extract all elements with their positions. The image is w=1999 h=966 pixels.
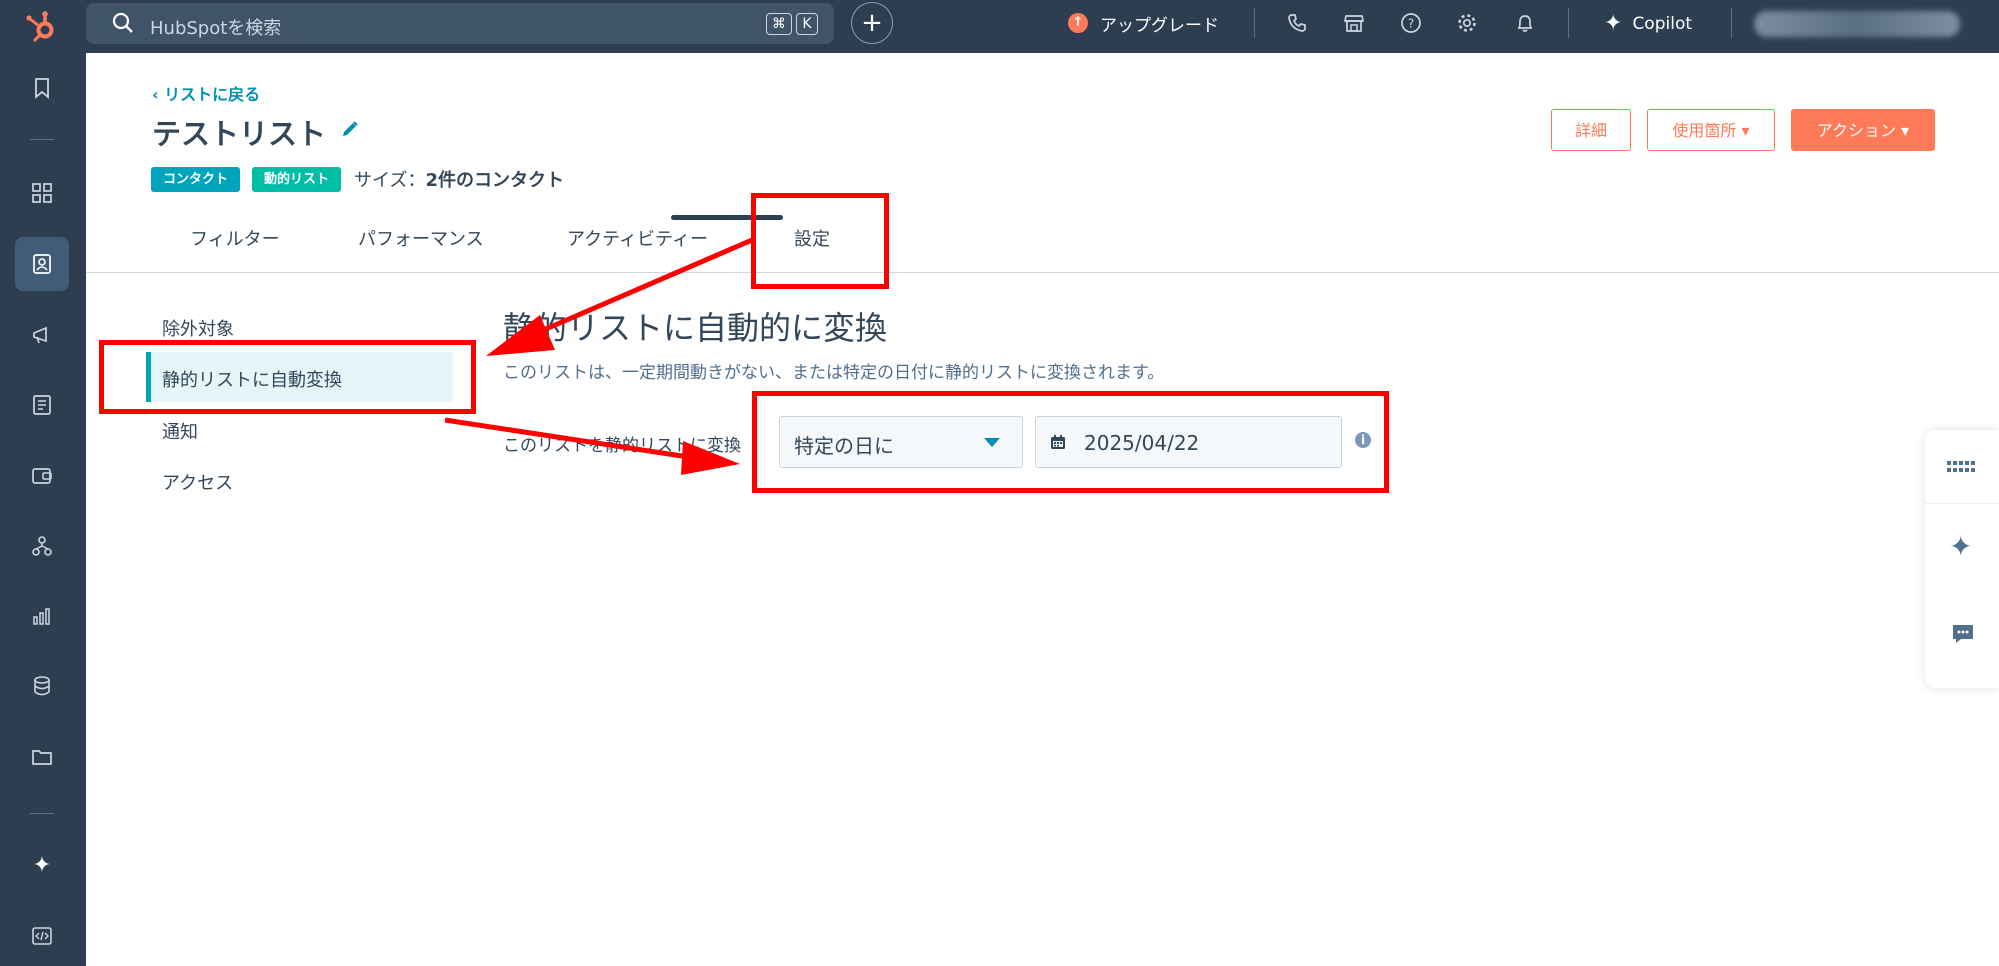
top-navigation-bar: HubSpotを検索 ⌘ K + ↑ アップグレード ? ✦ Copilot xyxy=(0,0,1999,53)
global-search-input[interactable]: HubSpotを検索 ⌘ K xyxy=(86,3,834,44)
settings-gear-icon[interactable] xyxy=(1456,12,1478,34)
usage-dropdown-button[interactable]: 使用箇所 ▾ xyxy=(1647,109,1775,151)
main-content: ‹ リストに戻る テストリスト コンタクト 動的リスト サイズ：2件のコンタクト… xyxy=(86,53,1999,966)
menu-item-notifications[interactable]: 通知 xyxy=(162,418,198,444)
annotation-box-settings-tab xyxy=(751,193,889,289)
shortcut-cmd-key: ⌘ xyxy=(766,13,792,35)
convert-row-label: このリストを静的リストに変換 xyxy=(503,436,741,456)
usage-label: 使用箇所 xyxy=(1672,121,1737,140)
marketplace-icon[interactable] xyxy=(1343,12,1365,34)
copilot-button[interactable]: ✦ Copilot xyxy=(1604,11,1692,36)
upgrade-arrow-icon: ↑ xyxy=(1068,13,1088,33)
left-sidebar: ✦ xyxy=(0,53,86,966)
search-placeholder: HubSpotを検索 xyxy=(150,18,282,39)
copilot-label: Copilot xyxy=(1632,13,1693,34)
svg-text:?: ? xyxy=(1408,17,1414,31)
hubspot-logo-icon[interactable] xyxy=(22,10,62,44)
create-new-button[interactable]: + xyxy=(851,2,893,44)
library-folder-icon[interactable] xyxy=(15,730,69,784)
caret-down-icon: ▾ xyxy=(1736,121,1750,140)
back-to-lists-link[interactable]: ‹ リストに戻る xyxy=(152,81,260,105)
tab-performance[interactable]: パフォーマンス xyxy=(358,225,484,251)
divider xyxy=(1568,8,1569,38)
copilot-sparkle-icon[interactable]: ✦ xyxy=(1949,530,1972,563)
tabs-divider xyxy=(86,272,1999,273)
marketing-megaphone-icon[interactable] xyxy=(15,308,69,362)
size-value: 2件のコンタクト xyxy=(425,170,564,191)
edit-pencil-icon[interactable] xyxy=(340,119,360,139)
divider xyxy=(30,139,54,140)
section-description: このリストは、一定期間動きがない、または特定の日付に静的リストに変換されます。 xyxy=(503,363,1165,383)
notifications-bell-icon[interactable] xyxy=(1514,12,1536,34)
chat-message-icon[interactable] xyxy=(1951,623,1975,649)
tab-activity[interactable]: アクティビティー xyxy=(567,225,708,251)
search-icon xyxy=(112,12,133,33)
object-type-tag: コンタクト xyxy=(151,167,240,192)
account-menu-blurred[interactable] xyxy=(1754,11,1960,37)
phone-icon[interactable] xyxy=(1286,12,1308,34)
tab-filters[interactable]: フィルター xyxy=(190,225,280,251)
divider xyxy=(30,813,54,814)
breeze-sparkle-icon[interactable]: ✦ xyxy=(15,838,69,892)
automation-nodes-icon[interactable] xyxy=(15,519,69,573)
divider xyxy=(1925,503,1999,504)
caret-down-icon: ▾ xyxy=(1896,121,1910,140)
upgrade-label: アップグレード xyxy=(1100,15,1219,36)
bookmarks-icon[interactable] xyxy=(15,61,69,115)
workspaces-grid-icon[interactable] xyxy=(15,166,69,220)
upgrade-button[interactable]: ↑ アップグレード xyxy=(1068,10,1219,36)
back-link-label: リストに戻る xyxy=(164,85,261,104)
actions-label: アクション xyxy=(1816,121,1897,140)
content-document-icon[interactable] xyxy=(15,378,69,432)
right-help-panel: ✦ xyxy=(1925,430,1999,688)
divider xyxy=(1254,8,1255,38)
divider xyxy=(1731,8,1732,38)
commerce-wallet-icon[interactable] xyxy=(15,448,69,502)
apps-grid-icon[interactable] xyxy=(1947,460,1977,479)
crm-contacts-icon[interactable] xyxy=(15,237,69,291)
annotation-box-controls xyxy=(752,391,1389,493)
details-button[interactable]: 詳細 xyxy=(1551,109,1631,151)
chevron-left-icon: ‹ xyxy=(152,85,165,104)
page-title: テストリスト xyxy=(152,117,327,151)
developer-code-icon[interactable] xyxy=(15,909,69,963)
actions-dropdown-button[interactable]: アクション ▾ xyxy=(1791,109,1935,151)
list-size: サイズ：2件のコンタクト xyxy=(354,166,564,192)
size-label: サイズ： xyxy=(354,170,426,191)
data-database-icon[interactable] xyxy=(15,659,69,713)
section-title: 静的リストに自動的に変換 xyxy=(503,309,888,347)
menu-item-access[interactable]: アクセス xyxy=(162,469,233,495)
shortcut-k-key: K xyxy=(796,13,818,35)
reporting-bar-chart-icon[interactable] xyxy=(15,589,69,643)
menu-item-exclusions[interactable]: 除外対象 xyxy=(162,315,234,341)
annotation-box-submenu xyxy=(99,340,476,414)
list-type-tag: 動的リスト xyxy=(252,167,341,192)
copilot-sparkle-icon: ✦ xyxy=(1604,11,1623,36)
help-icon[interactable]: ? xyxy=(1400,12,1422,34)
